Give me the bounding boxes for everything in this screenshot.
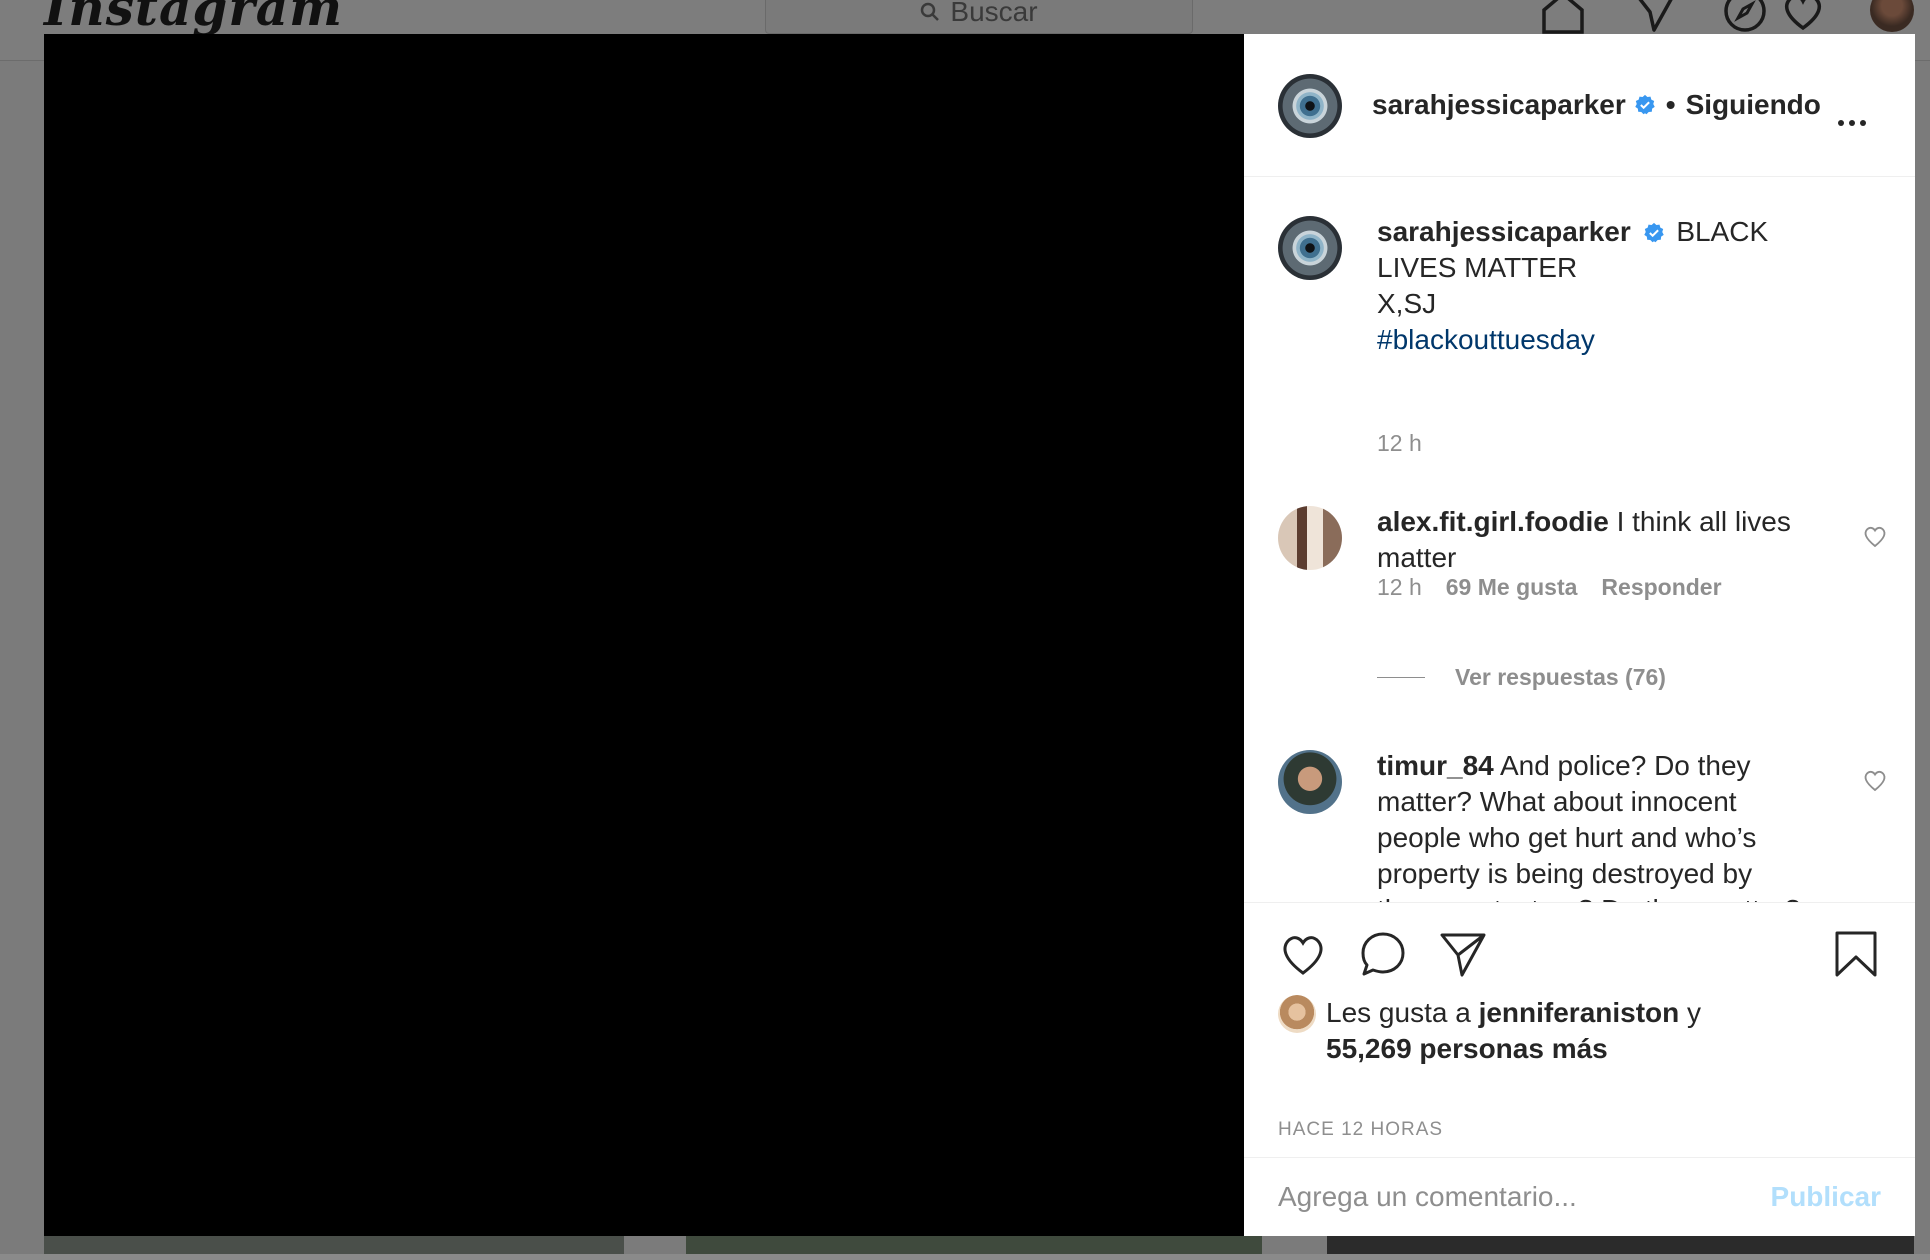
profile-avatar	[1870, 0, 1914, 32]
add-comment-bar: Publicar	[1244, 1158, 1915, 1236]
more-options-icon[interactable]	[1838, 120, 1866, 126]
comment-username[interactable]: alex.fit.girl.foodie	[1377, 506, 1609, 537]
search-icon	[921, 2, 940, 21]
view-replies[interactable]: Ver respuestas (76)	[1377, 664, 1666, 691]
search-box: Buscar	[765, 0, 1193, 34]
commenter-avatar[interactable]	[1278, 506, 1342, 570]
explore-icon	[1724, 0, 1766, 32]
comment-like-heart-icon[interactable]	[1862, 767, 1888, 793]
share-icon[interactable]	[1438, 929, 1488, 979]
search-placeholder: Buscar	[950, 0, 1038, 27]
caption-time[interactable]: 12 h	[1377, 430, 1422, 457]
liker-username[interactable]: jenniferaniston	[1479, 997, 1680, 1028]
separator-dot: •	[1665, 89, 1676, 120]
comments-list[interactable]: sarahjessicaparker BLACK LIVES MATTER X,…	[1244, 178, 1915, 902]
home-icon	[1542, 0, 1584, 34]
author-username[interactable]: sarahjessicaparker	[1372, 89, 1626, 121]
caption-text-line2: X,SJ	[1377, 288, 1437, 319]
publish-button[interactable]: Publicar	[1771, 1181, 1881, 1213]
post-timestamp[interactable]: HACE 12 HORAS	[1278, 1119, 1443, 1141]
likes-others-count[interactable]: 55,269 personas más	[1326, 1033, 1608, 1064]
liker-avatar[interactable]	[1278, 995, 1316, 1033]
likes-prefix: Les gusta a	[1326, 997, 1471, 1028]
comment-icon[interactable]	[1358, 929, 1408, 979]
header-line: sarahjessicaparker • Siguiendo	[1372, 89, 1821, 121]
caption: sarahjessicaparker BLACK LIVES MATTER X,…	[1377, 214, 1847, 358]
comment-like-heart-icon[interactable]	[1862, 523, 1888, 549]
caption-hashtag[interactable]: #blackouttuesday	[1377, 324, 1595, 355]
likes-conjunction: y	[1687, 997, 1702, 1028]
save-bookmark-icon[interactable]	[1831, 929, 1881, 979]
comment-time[interactable]: 12 h	[1377, 574, 1422, 601]
verified-badge-icon	[1643, 222, 1664, 243]
background-strip	[0, 1254, 1930, 1260]
comment-item: timur_84 And police? Do they matter? Wha…	[1377, 748, 1827, 902]
instagram-logo: Instagram	[44, 0, 343, 37]
caption-meta: 12 h	[1377, 430, 1422, 457]
following-button[interactable]: Siguiendo	[1686, 89, 1821, 121]
caption-username[interactable]: sarahjessicaparker	[1377, 216, 1631, 247]
direct-icon	[1638, 0, 1673, 32]
likes-summary: Les gusta a jenniferaniston y 55,269 per…	[1278, 995, 1701, 1067]
commenter-avatar[interactable]	[1278, 750, 1342, 814]
author-avatar[interactable]	[1278, 74, 1342, 138]
post-side-panel: sarahjessicaparker • Siguiendo sarahjess…	[1244, 34, 1915, 1236]
caption-author-avatar[interactable]	[1278, 216, 1342, 280]
like-heart-icon[interactable]	[1278, 929, 1328, 979]
likes-text: Les gusta a jenniferaniston y 55,269 per…	[1326, 995, 1701, 1067]
comment-username[interactable]: timur_84	[1377, 750, 1494, 781]
comment-item: alex.fit.girl.foodie I think all lives m…	[1377, 504, 1837, 576]
activity-heart-icon	[1784, 0, 1822, 31]
post-modal: sarahjessicaparker • Siguiendo sarahjess…	[44, 34, 1915, 1236]
comment-likes[interactable]: 69 Me gusta	[1446, 574, 1578, 601]
reply-button[interactable]: Responder	[1601, 574, 1721, 601]
post-header: sarahjessicaparker • Siguiendo	[1244, 34, 1915, 177]
view-replies-label[interactable]: Ver respuestas (76)	[1455, 664, 1666, 691]
post-image[interactable]	[44, 34, 1244, 1236]
comment-meta: 12 h 69 Me gusta Responder	[1377, 574, 1722, 601]
verified-badge-icon	[1635, 94, 1655, 115]
replies-divider	[1377, 677, 1425, 678]
post-actions: Les gusta a jenniferaniston y 55,269 per…	[1244, 902, 1915, 1158]
comment-input[interactable]	[1278, 1181, 1748, 1213]
